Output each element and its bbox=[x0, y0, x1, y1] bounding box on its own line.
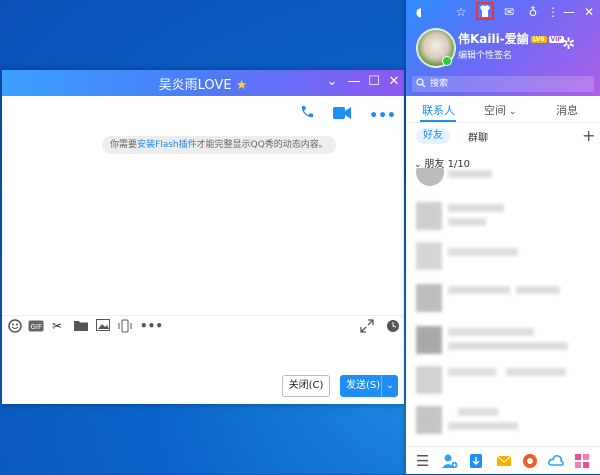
voice-call-icon[interactable] bbox=[299, 104, 315, 123]
star-icon: ★ bbox=[235, 78, 248, 93]
friend-name-blurred bbox=[448, 328, 534, 336]
more-icon[interactable]: ••• bbox=[369, 108, 396, 124]
list-item[interactable] bbox=[406, 238, 600, 276]
friend-avatar bbox=[416, 168, 444, 186]
online-status-icon[interactable] bbox=[442, 56, 452, 66]
input-toolbar: GIF ✂ ••• bbox=[2, 315, 404, 338]
qq-game-icon[interactable] bbox=[522, 453, 538, 469]
more-tools-icon[interactable]: ••• bbox=[140, 319, 163, 335]
close-button[interactable]: 关闭(C) bbox=[282, 375, 330, 397]
close-icon[interactable]: ✕ bbox=[386, 74, 402, 89]
list-item[interactable] bbox=[406, 168, 600, 190]
search-input[interactable]: 搜索 bbox=[412, 76, 594, 92]
active-tab-indicator bbox=[420, 120, 456, 122]
chat-window: 吴炎雨LOVE ★ ⌄ — ☐ ✕ ••• 你需要安装Flash插件才能完整显示… bbox=[2, 70, 404, 404]
medal-icon[interactable]: ♁ bbox=[526, 5, 540, 19]
search-icon bbox=[416, 78, 426, 94]
minimize-icon[interactable]: — bbox=[346, 74, 362, 89]
friend-avatar bbox=[416, 366, 442, 394]
level-badge: LV6 bbox=[530, 36, 547, 43]
flash-notice: 你需要安装Flash插件才能完整显示QQ秀的动态内容。 bbox=[102, 136, 336, 154]
subtab-friends[interactable]: 好友 bbox=[416, 128, 450, 144]
history-clock-icon[interactable] bbox=[386, 319, 402, 335]
friend-avatar bbox=[416, 284, 442, 312]
friend-avatar bbox=[416, 242, 442, 270]
close-icon[interactable]: ✕ bbox=[582, 5, 596, 19]
qq-header: ◖ ☆ ✉ ♁ ⋮ — ✕ 伟Kaili-爱諭 LV6 VIP 编辑个性签名 ✲ 搜… bbox=[406, 0, 600, 96]
friend-name-blurred bbox=[448, 368, 496, 376]
gif-icon[interactable]: GIF bbox=[28, 319, 44, 335]
tab-space[interactable]: 空间 ⌄ bbox=[484, 102, 516, 118]
chat-title: 吴炎雨LOVE bbox=[158, 78, 232, 93]
tab-messages[interactable]: 消息 bbox=[556, 102, 578, 118]
cloud-icon[interactable] bbox=[548, 453, 564, 469]
list-item[interactable] bbox=[406, 402, 600, 440]
list-item[interactable] bbox=[406, 362, 600, 400]
qq-penguin-icon: ◖ bbox=[415, 5, 423, 19]
shake-icon[interactable] bbox=[118, 319, 134, 335]
svg-text:GIF: GIF bbox=[31, 323, 43, 331]
app-manager-icon[interactable] bbox=[574, 453, 590, 469]
send-button-label: 发送(S) bbox=[346, 380, 381, 391]
friend-status-blurred bbox=[448, 422, 518, 430]
chat-call-toolbar: ••• bbox=[285, 104, 396, 124]
kebab-menu-icon[interactable]: ⋮ bbox=[546, 5, 560, 19]
subtab-groups[interactable]: 群聊 bbox=[468, 129, 488, 144]
send-button[interactable]: 发送(S) ⌄ bbox=[340, 375, 398, 397]
emoji-icon[interactable] bbox=[8, 319, 24, 335]
send-options-chevron-icon[interactable]: ⌄ bbox=[381, 375, 398, 397]
search-placeholder: 搜索 bbox=[430, 79, 449, 89]
chat-titlebar[interactable]: 吴炎雨LOVE ★ ⌄ — ☐ ✕ bbox=[2, 70, 404, 96]
chevron-down-icon: ⌄ bbox=[506, 107, 517, 117]
weather-decoration-icon: ✲ bbox=[562, 34, 576, 53]
friend-status-blurred bbox=[448, 218, 486, 226]
maximize-icon[interactable]: ☐ bbox=[366, 74, 382, 89]
friend-name-blurred bbox=[448, 170, 492, 178]
video-call-icon[interactable] bbox=[333, 106, 352, 123]
list-item[interactable] bbox=[406, 198, 600, 236]
chevron-down-icon[interactable]: ⌄ bbox=[324, 74, 340, 89]
friend-name-blurred bbox=[448, 204, 504, 212]
expand-icon[interactable] bbox=[360, 319, 376, 335]
qq-main-panel: ◖ ☆ ✉ ♁ ⋮ — ✕ 伟Kaili-爱諭 LV6 VIP 编辑个性签名 ✲ 搜… bbox=[406, 0, 600, 474]
tab-contacts[interactable]: 联系人 bbox=[422, 102, 455, 118]
menu-icon[interactable]: ☰ bbox=[416, 453, 432, 469]
list-item[interactable] bbox=[406, 322, 600, 360]
skin-shirt-icon[interactable] bbox=[476, 2, 494, 20]
friend-status-blurred bbox=[506, 368, 566, 376]
friend-avatar bbox=[416, 202, 442, 230]
mail-icon[interactable]: ✉ bbox=[502, 5, 516, 19]
signature[interactable]: 编辑个性签名 bbox=[458, 48, 512, 61]
folder-icon[interactable] bbox=[74, 319, 90, 335]
image-icon[interactable] bbox=[96, 319, 112, 335]
friend-name-blurred bbox=[458, 408, 498, 416]
install-flash-link[interactable]: 安装Flash插件 bbox=[137, 140, 197, 150]
star-outline-icon[interactable]: ☆ bbox=[454, 5, 468, 19]
add-friend-icon[interactable] bbox=[442, 453, 458, 469]
friend-avatar bbox=[416, 406, 442, 434]
file-transfer-icon[interactable] bbox=[468, 453, 484, 469]
friend-status-blurred bbox=[516, 286, 560, 294]
friend-status-blurred bbox=[448, 342, 568, 350]
add-contact-icon[interactable]: + bbox=[582, 126, 595, 145]
bottom-app-bar: ☰ bbox=[406, 446, 600, 475]
scissors-icon[interactable]: ✂ bbox=[52, 319, 68, 335]
contact-subtabs: 好友 群聊 + bbox=[406, 124, 600, 148]
mail-app-icon[interactable] bbox=[496, 453, 512, 469]
friend-name-blurred bbox=[448, 286, 510, 294]
friend-avatar bbox=[416, 326, 442, 354]
nickname[interactable]: 伟Kaili-爱諭 bbox=[458, 32, 529, 46]
friend-name-blurred bbox=[448, 248, 518, 256]
minimize-icon[interactable]: — bbox=[562, 5, 576, 19]
list-item[interactable] bbox=[406, 280, 600, 318]
